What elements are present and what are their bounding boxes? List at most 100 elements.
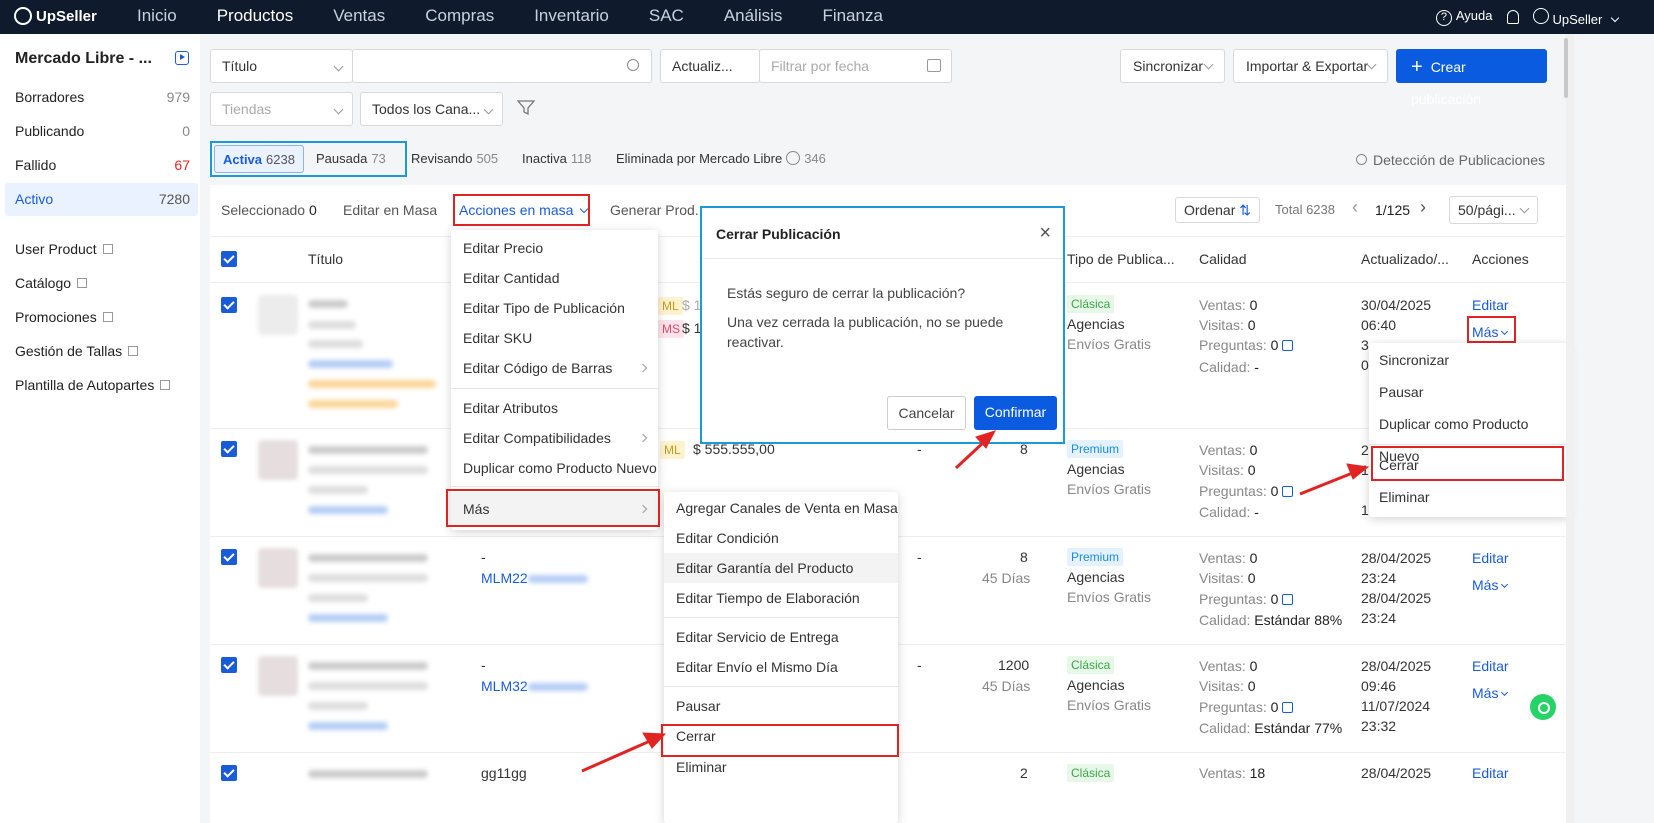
whatsapp-icon[interactable] <box>1530 694 1556 720</box>
edit-link[interactable]: Editar <box>1472 297 1509 313</box>
questions-icon[interactable] <box>1282 594 1294 605</box>
sidebar-link-promociones[interactable]: Promociones <box>15 309 113 325</box>
sidebar-link-tallas[interactable]: Gestión de Tallas <box>15 343 139 359</box>
sidebar-item-fallido[interactable]: Fallido 67 <box>5 149 198 182</box>
search-input[interactable] <box>352 49 652 83</box>
sidebar-item-borradores[interactable]: Borradores 979 <box>5 81 198 114</box>
next-page-icon[interactable]: › <box>1420 197 1426 218</box>
price: $ 1 <box>682 297 702 313</box>
nav-inventario[interactable]: Inventario <box>534 0 609 34</box>
collapse-icon[interactable] <box>175 51 189 65</box>
date-filter-input[interactable]: Filtrar por fecha <box>759 49 952 83</box>
date-type-select[interactable]: Actualiz... <box>660 49 760 83</box>
import-export-button[interactable]: Importar & Exportar <box>1233 49 1388 83</box>
menu-item-duplicate[interactable]: Duplicar como Producto Nuevo <box>1369 408 1569 464</box>
product-thumbnail[interactable] <box>258 295 298 335</box>
menu-item-edit-listing-type[interactable]: Editar Tipo de Publicación <box>451 293 658 323</box>
external-link-icon <box>160 380 171 390</box>
bell-icon[interactable] <box>1506 10 1519 24</box>
create-listing-button[interactable]: + Crear publicación <box>1396 49 1547 107</box>
product-thumbnail[interactable] <box>258 548 298 588</box>
edit-link[interactable]: Editar <box>1472 658 1509 674</box>
menu-item-edit-delivery-service[interactable]: Editar Servicio de Entrega <box>664 622 898 652</box>
sort-button[interactable]: Ordenar ⇅ <box>1175 197 1260 223</box>
channels-select[interactable]: Todos los Cana... <box>360 92 503 126</box>
tab-inactiva[interactable]: Inactiva 118 <box>522 145 592 173</box>
listing-id-link[interactable]: MLM32 <box>481 678 588 694</box>
per-page-select[interactable]: 50/pági... <box>1449 196 1538 224</box>
menu-item-edit-warranty[interactable]: Editar Garantía del Producto <box>664 553 898 583</box>
sidebar-link-user-product[interactable]: User Product <box>15 241 113 257</box>
price: $ 1 <box>682 320 702 336</box>
bulk-actions-menu: Editar Precio Editar Cantidad Editar Tip… <box>451 230 658 530</box>
menu-item-edit-manufacturing-time[interactable]: Editar Tiempo de Elaboración <box>664 583 898 613</box>
listing-id-link[interactable]: MLM22 <box>481 570 588 586</box>
menu-item-edit-barcode[interactable]: Editar Código de Barras <box>451 353 658 383</box>
menu-item-edit-same-day[interactable]: Editar Envío el Mismo Día <box>664 652 898 682</box>
sidebar-link-autopartes[interactable]: Plantilla de Autopartes <box>15 377 171 393</box>
stores-select[interactable]: Tiendas <box>210 92 353 126</box>
scrollbar[interactable] <box>1566 34 1574 823</box>
questions-icon[interactable] <box>1282 340 1294 351</box>
menu-item-edit-sku[interactable]: Editar SKU <box>451 323 658 353</box>
menu-item-delete[interactable]: Eliminar <box>1369 481 1569 513</box>
search-icon[interactable] <box>627 59 639 71</box>
sales: Ventas: 0 <box>1199 297 1258 313</box>
nav-sac[interactable]: SAC <box>649 0 684 34</box>
menu-item-sync[interactable]: Sincronizar <box>1369 344 1569 376</box>
blurred-link <box>308 360 393 368</box>
sidebar-link-catalogo[interactable]: Catálogo <box>15 275 88 291</box>
nav-ventas[interactable]: Ventas <box>333 0 385 34</box>
row-checkbox[interactable] <box>221 549 237 565</box>
nav-productos[interactable]: Productos <box>217 0 294 34</box>
nav-analisis[interactable]: Análisis <box>724 0 783 34</box>
nav-compras[interactable]: Compras <box>425 0 494 34</box>
menu-item-edit-condition[interactable]: Editar Condición <box>664 523 898 553</box>
help-link[interactable]: ? Ayuda <box>1435 8 1493 26</box>
generate-products-button[interactable]: Generar Prod. <box>610 202 699 218</box>
detection-link[interactable]: Detección de Publicaciones <box>1356 152 1545 168</box>
sidebar-item-publicando[interactable]: Publicando 0 <box>5 115 198 148</box>
blurred-text <box>308 594 368 602</box>
lead-time: - <box>917 549 922 565</box>
more-actions-button[interactable]: Más <box>1472 685 1509 701</box>
user-menu[interactable]: UpSeller <box>1532 7 1620 27</box>
blurred-link <box>308 614 388 622</box>
row-checkbox[interactable] <box>221 657 237 673</box>
title-field-select[interactable]: Título <box>210 49 353 83</box>
sync-button[interactable]: Sincronizar <box>1120 49 1225 83</box>
menu-item-edit-quantity[interactable]: Editar Cantidad <box>451 263 658 293</box>
select-all-checkbox[interactable] <box>221 251 237 267</box>
product-thumbnail[interactable] <box>258 440 298 480</box>
menu-item-pause[interactable]: Pausar <box>664 691 898 721</box>
questions-icon[interactable] <box>1282 486 1294 497</box>
edit-link[interactable]: Editar <box>1472 765 1509 781</box>
nav-inicio[interactable]: Inicio <box>137 0 177 34</box>
tab-eliminada[interactable]: Eliminada por Mercado Libre 346 <box>616 145 826 173</box>
close-icon[interactable]: × <box>1039 222 1051 245</box>
scrollbar-thumb[interactable] <box>1564 38 1568 98</box>
edit-link[interactable]: Editar <box>1472 550 1509 566</box>
tab-revisando[interactable]: Revisando 505 <box>411 145 498 173</box>
confirm-button[interactable]: Confirmar <box>974 396 1057 430</box>
questions-icon[interactable] <box>1282 702 1294 713</box>
sort-icon: ⇅ <box>1239 202 1251 218</box>
row-checkbox[interactable] <box>221 765 237 781</box>
menu-item-pause[interactable]: Pausar <box>1369 376 1569 408</box>
row-checkbox[interactable] <box>221 297 237 313</box>
menu-item-edit-price[interactable]: Editar Precio <box>451 233 658 263</box>
menu-item-edit-attributes[interactable]: Editar Atributos <box>451 393 658 423</box>
nav-finanza[interactable]: Finanza <box>822 0 882 34</box>
product-thumbnail[interactable] <box>258 656 298 696</box>
menu-item-duplicate[interactable]: Duplicar como Producto Nuevo <box>451 453 658 483</box>
more-actions-button[interactable]: Más <box>1472 577 1509 593</box>
bulk-edit-button[interactable]: Editar en Masa <box>343 202 437 218</box>
sidebar-item-activo[interactable]: Activo 7280 <box>5 183 198 216</box>
cancel-button[interactable]: Cancelar <box>887 396 966 430</box>
menu-item-edit-compatibilities[interactable]: Editar Compatibilidades <box>451 423 658 453</box>
prev-page-icon[interactable]: ‹ <box>1352 197 1358 218</box>
logo[interactable]: UpSeller <box>14 7 97 25</box>
menu-item-add-channels[interactable]: Agregar Canales de Venta en Masa <box>664 493 898 523</box>
row-checkbox[interactable] <box>221 441 237 457</box>
filter-icon[interactable] <box>517 100 535 116</box>
